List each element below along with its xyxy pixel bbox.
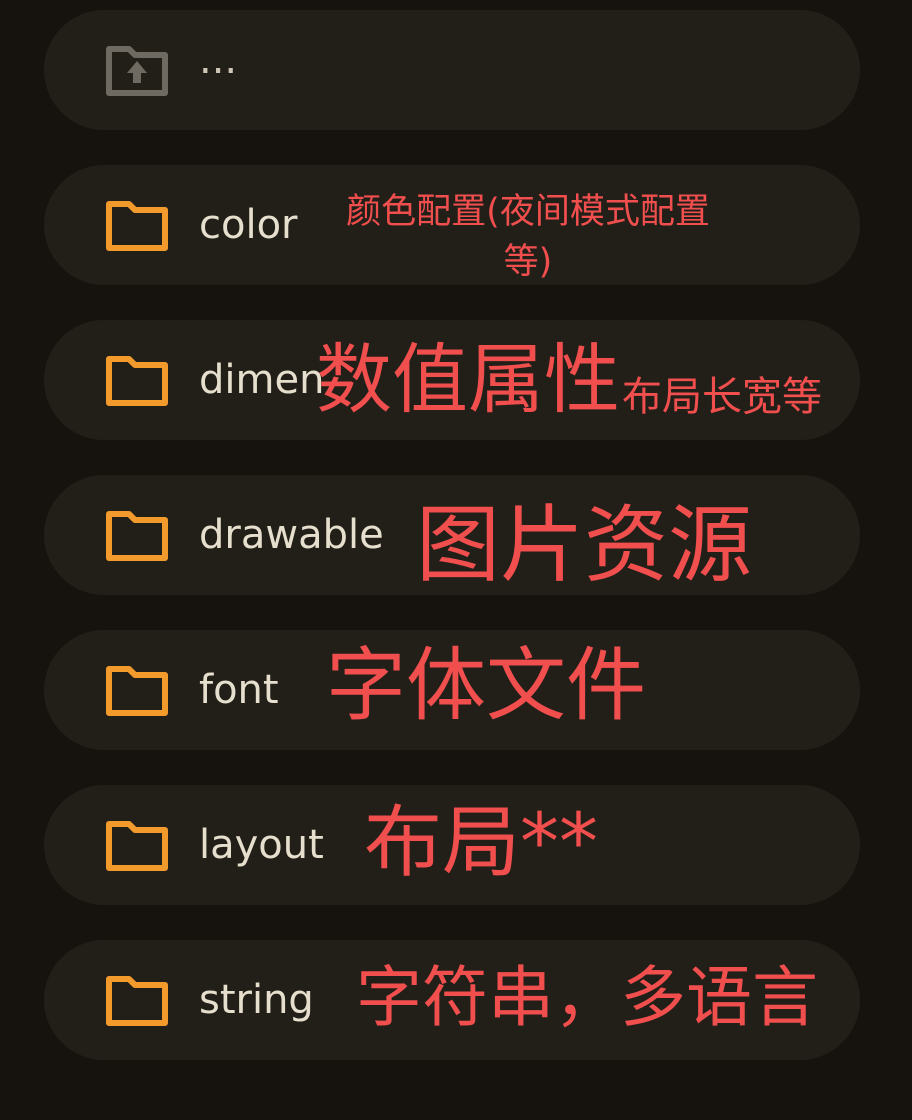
folder-name: string — [199, 977, 314, 1023]
folder-row-drawable[interactable]: drawable 图片资源 — [44, 475, 860, 595]
folder-icon — [106, 666, 168, 716]
annotation-text: 布局** — [364, 798, 599, 888]
parent-directory-label: ... — [199, 37, 238, 83]
annotation-text: 字体文件 — [326, 639, 646, 732]
folder-icon — [106, 976, 168, 1026]
annotation-text: 字符串，多语言 — [356, 959, 818, 1036]
folder-name: font — [199, 667, 279, 713]
folder-upload-icon — [106, 46, 168, 96]
folder-name: layout — [199, 822, 324, 868]
folder-name: dimen — [199, 357, 325, 403]
annotation-subtext: 布局长宽等 — [622, 374, 822, 420]
folder-row-font[interactable]: font 字体文件 — [44, 630, 860, 750]
folder-row-string[interactable]: string 字符串，多语言 — [44, 940, 860, 1060]
annotation-text: 图片资源 — [416, 496, 753, 594]
folder-icon — [106, 511, 168, 561]
annotation-text: 颜色配置(夜间模式配置等) — [346, 192, 710, 282]
folder-icon — [106, 356, 168, 406]
folder-row-dimen[interactable]: dimen 数值属性 布局长宽等 — [44, 320, 860, 440]
folder-name: drawable — [199, 512, 384, 558]
folder-icon — [106, 821, 168, 871]
folder-name: color — [199, 202, 298, 248]
folder-row-color[interactable]: color 颜色配置(夜间模式配置等) — [44, 165, 860, 285]
folder-icon — [106, 201, 168, 251]
parent-directory-row[interactable]: ... — [44, 10, 860, 130]
annotation-text: 数值属性 — [316, 335, 620, 424]
folder-row-layout[interactable]: layout 布局** — [44, 785, 860, 905]
